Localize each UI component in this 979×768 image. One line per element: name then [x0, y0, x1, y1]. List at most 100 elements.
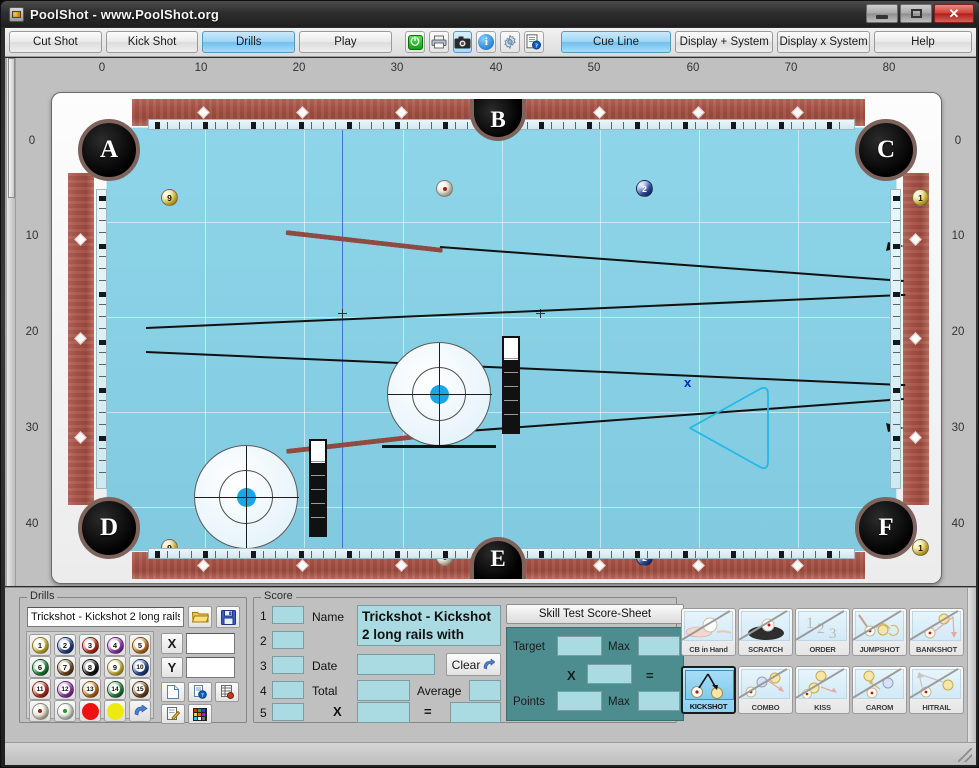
yellow-ball-button[interactable]	[104, 700, 126, 722]
score-row-value-1[interactable]	[272, 606, 304, 624]
ball-button-8[interactable]: 8	[79, 656, 101, 678]
shot-type-kickshot[interactable]: KICKSHOT	[681, 666, 736, 714]
tab-cut-shot[interactable]: Cut Shot	[9, 31, 102, 53]
points-max-value[interactable]	[638, 691, 680, 711]
printer-icon[interactable]	[428, 31, 449, 53]
ball-button-4[interactable]: 4	[104, 634, 126, 656]
resize-grip-icon[interactable]	[958, 748, 972, 762]
tab-play[interactable]: Play	[299, 31, 392, 53]
shot-type-carom[interactable]: CAROM	[852, 666, 907, 714]
shot-type-jumpshot[interactable]: JUMPSHOT	[852, 608, 907, 656]
hitrail-icon	[917, 672, 954, 698]
shot-type-cb-in-hand[interactable]: CB in Hand	[681, 608, 736, 656]
ball-button-11[interactable]: 11	[29, 678, 51, 700]
close-button[interactable]: ✕	[934, 4, 974, 23]
x-coordinate-button[interactable]: X	[161, 633, 183, 654]
shot-type-scratch[interactable]: SCRATCH	[738, 608, 793, 656]
color-palette-button[interactable]	[188, 704, 212, 724]
cue-stick	[285, 230, 443, 253]
date-value[interactable]	[357, 654, 435, 675]
ball-button-15[interactable]: 15	[129, 678, 151, 700]
ball-1-top[interactable]: 1	[912, 189, 929, 206]
open-folder-button[interactable]	[188, 606, 212, 628]
gear-icon[interactable]	[500, 31, 521, 53]
clear-button[interactable]: Clear	[446, 653, 501, 676]
display-plus-system-button[interactable]: Display + System	[675, 31, 774, 53]
ball-2-top[interactable]: 2	[636, 180, 653, 197]
info-icon[interactable]: i	[476, 31, 497, 53]
document-help-icon[interactable]: ?	[524, 31, 544, 53]
cue-line-button[interactable]: Cue Line	[560, 31, 672, 53]
name-value[interactable]: Trickshot - Kickshot 2 long rails with	[357, 605, 501, 646]
y-coordinate-button[interactable]: Y	[161, 657, 183, 678]
total-label: Total	[312, 684, 338, 698]
minimize-button[interactable]	[866, 4, 898, 23]
shot-type-kiss[interactable]: KISS	[795, 666, 850, 714]
cue-ball-top[interactable]	[436, 180, 453, 197]
cue-ball-green-dot-button[interactable]	[54, 700, 76, 722]
drill-select[interactable]: Trickshot - Kickshot 2 long rails v	[27, 607, 184, 627]
pocket-d[interactable]: D	[78, 497, 140, 559]
maximize-button[interactable]	[900, 4, 932, 23]
ball-button-14[interactable]: 14	[104, 678, 126, 700]
tab-drills[interactable]: Drills	[202, 31, 296, 53]
pocket-f[interactable]: F	[855, 497, 917, 559]
ball-button-12[interactable]: 12	[54, 678, 76, 700]
ball-9-top[interactable]: 9	[161, 189, 178, 206]
y-axis-label-left-40: 40	[25, 518, 39, 530]
ball-button-9[interactable]: 9	[104, 656, 126, 678]
table-felt[interactable]: x 9 2 1 9 2 1	[106, 127, 929, 566]
score-row-value-3[interactable]	[272, 656, 304, 674]
x-coordinate-input[interactable]	[186, 633, 235, 654]
skill-test-title[interactable]: Skill Test Score-Sheet	[506, 604, 684, 624]
pool-table[interactable]: x 9 2 1 9 2 1	[51, 92, 942, 584]
document-help-button[interactable]: ?	[188, 682, 212, 702]
ball-button-13[interactable]: 13	[79, 678, 101, 700]
target-max-value[interactable]	[638, 636, 680, 656]
open-folder-icon	[191, 612, 209, 623]
camera-icon[interactable]	[452, 31, 473, 53]
table-report-button[interactable]	[215, 682, 239, 702]
ball-button-2[interactable]: 2	[54, 634, 76, 656]
equals-value[interactable]	[450, 702, 501, 723]
skill-multiply-value[interactable]	[587, 664, 632, 684]
cue-ball-red-dot-button[interactable]	[29, 700, 51, 722]
help-button[interactable]: Help	[873, 31, 972, 53]
pocket-a[interactable]: A	[78, 119, 140, 181]
save-button[interactable]	[216, 606, 240, 628]
ball-button-1[interactable]: 1	[29, 634, 51, 656]
save-disk-icon	[220, 609, 236, 625]
points-value[interactable]	[557, 691, 602, 711]
y-coordinate-input[interactable]	[186, 657, 235, 678]
undo-arrow-button[interactable]	[129, 700, 151, 722]
score-row-value-2[interactable]	[272, 631, 304, 649]
power-icon[interactable]: ⏻	[405, 31, 425, 53]
new-document-button[interactable]	[161, 682, 185, 702]
ball-button-10[interactable]: 10	[129, 656, 151, 678]
score-row-value-5[interactable]	[272, 703, 304, 721]
display-x-system-button[interactable]: Display x System	[777, 31, 870, 53]
multiply-value[interactable]	[357, 702, 410, 723]
shot-type-order[interactable]: 1 2 3 ORDER	[795, 608, 850, 656]
score-row-value-4[interactable]	[272, 681, 304, 699]
ball-1-bottom[interactable]: 1	[912, 539, 929, 556]
ball-button-5[interactable]: 5	[129, 634, 151, 656]
app-icon	[9, 6, 24, 22]
target-value[interactable]	[557, 636, 602, 656]
shot-type-label: CAROM	[865, 703, 894, 712]
ball-button-7[interactable]: 7	[54, 656, 76, 678]
red-ball-button[interactable]	[79, 700, 101, 722]
tab-kick-shot[interactable]: Kick Shot	[105, 31, 199, 53]
vertical-scrollbar-right[interactable]	[967, 588, 976, 742]
shot-type-combo[interactable]: COMBO	[738, 666, 793, 714]
ball-button-3[interactable]: 3	[79, 634, 101, 656]
shot-type-hitrail[interactable]: HITRAIL	[909, 666, 964, 714]
shot-type-bankshot[interactable]: BANKSHOT	[909, 608, 964, 656]
order-icon: 1 2 3	[806, 615, 837, 640]
total-value[interactable]	[357, 680, 410, 701]
pocket-c[interactable]: C	[855, 119, 917, 181]
vertical-scrollbar-left[interactable]	[7, 58, 16, 586]
edit-note-button[interactable]	[161, 704, 185, 724]
average-value[interactable]	[469, 680, 501, 701]
ball-button-6[interactable]: 6	[29, 656, 51, 678]
